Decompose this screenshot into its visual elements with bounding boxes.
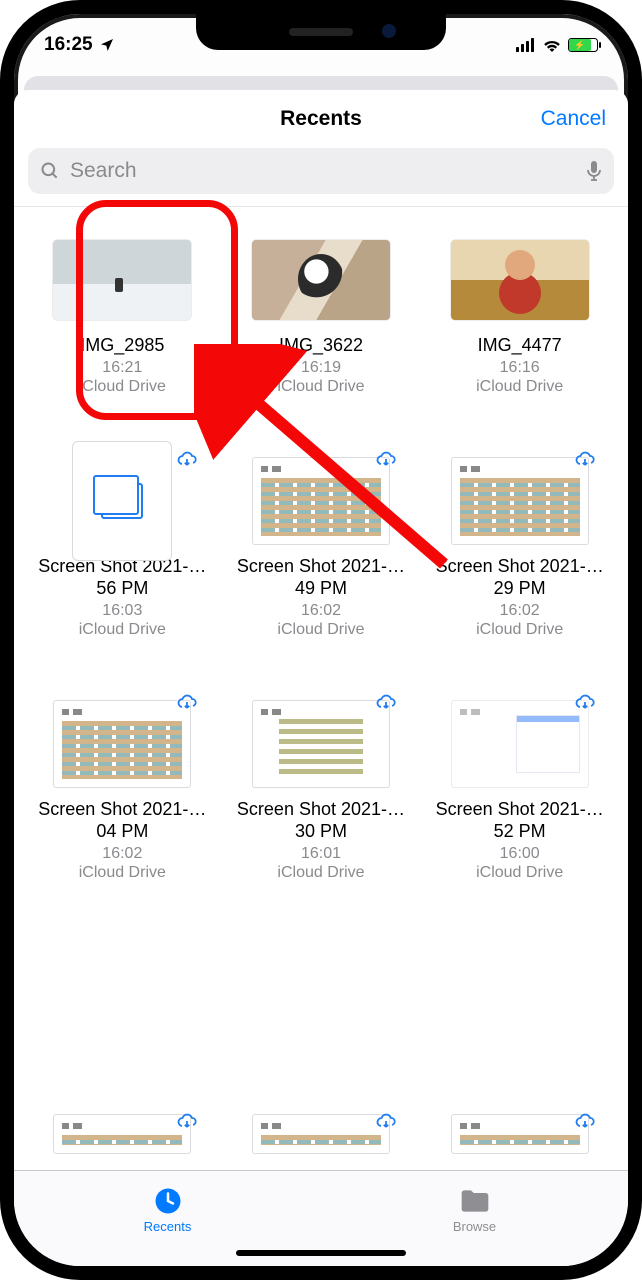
file-location: iCloud Drive <box>277 864 364 882</box>
file-item[interactable]: IMG_3622 16:19 iCloud Drive <box>227 231 416 396</box>
cloud-download-icon <box>175 1110 199 1134</box>
file-picker-sheet: Recents Cancel IMG_2985 16:21 iCloud Dri… <box>14 90 628 1266</box>
home-indicator[interactable] <box>236 1250 406 1256</box>
file-time: 16:02 <box>102 845 142 863</box>
file-time: 16:02 <box>500 602 540 620</box>
file-time: 16:21 <box>102 359 142 377</box>
file-thumbnail <box>451 457 589 545</box>
file-name: Screen Shot 2021-…04 PM <box>32 799 212 843</box>
wifi-icon <box>542 38 562 52</box>
phone-frame: 16:25 ⚡ Recents Cancel IMG_2985 1 <box>0 0 642 1280</box>
file-item[interactable]: IMG_2985 16:21 iCloud Drive <box>28 231 217 396</box>
file-grid-overflow <box>28 1114 614 1154</box>
file-item[interactable]: Screen Shot 2021-…30 PM 16:01 iCloud Dri… <box>227 695 416 882</box>
file-name: Screen Shot 2021-…52 PM <box>430 799 610 843</box>
file-grid[interactable]: IMG_2985 16:21 iCloud Drive IMG_3622 16:… <box>14 207 628 1170</box>
tab-label: Recents <box>144 1219 192 1234</box>
cloud-download-icon <box>374 691 398 715</box>
file-location: iCloud Drive <box>277 621 364 639</box>
file-location: iCloud Drive <box>79 378 166 396</box>
battery-icon: ⚡ <box>568 38 598 52</box>
file-location: iCloud Drive <box>79 621 166 639</box>
file-item[interactable]: Screen Shot 2021-…52 PM 16:00 iCloud Dri… <box>425 695 614 882</box>
tab-recents[interactable]: Recents <box>14 1171 321 1248</box>
location-icon <box>99 37 115 53</box>
file-name: Screen Shot 2021-…49 PM <box>231 556 411 600</box>
file-time: 16:16 <box>500 359 540 377</box>
tab-browse[interactable]: Browse <box>321 1171 628 1248</box>
file-thumbnail <box>451 240 589 320</box>
file-time: 16:02 <box>301 602 341 620</box>
file-item[interactable]: Screen Shot 2021-…29 PM 16:02 iCloud Dri… <box>425 452 614 639</box>
file-item[interactable]: Screen Shot 2021-…04 PM 16:02 iCloud Dri… <box>28 695 217 882</box>
file-name: IMG_4477 <box>478 335 562 357</box>
file-thumbnail <box>252 700 390 788</box>
file-item[interactable]: Screen Shot 2021-…49 PM 16:02 iCloud Dri… <box>227 452 416 639</box>
file-thumbnail <box>252 457 390 545</box>
cloud-download-icon <box>374 1110 398 1134</box>
search-icon <box>40 161 60 181</box>
status-time: 16:25 <box>44 34 93 56</box>
file-name: Screen Shot 2021-…29 PM <box>430 556 610 600</box>
cloud-download-icon <box>573 691 597 715</box>
file-thumbnail <box>252 1114 390 1154</box>
file-location: iCloud Drive <box>476 864 563 882</box>
device-notch <box>196 14 446 50</box>
file-thumbnail <box>53 1114 191 1154</box>
file-name: IMG_2985 <box>80 335 164 357</box>
file-time: 16:03 <box>102 602 142 620</box>
cloud-download-icon <box>175 448 199 472</box>
cloud-download-icon <box>374 448 398 472</box>
file-location: iCloud Drive <box>476 621 563 639</box>
search-field[interactable] <box>28 148 614 194</box>
file-location: iCloud Drive <box>277 378 364 396</box>
file-time: 16:00 <box>500 845 540 863</box>
cloud-download-icon <box>175 691 199 715</box>
search-input[interactable] <box>68 158 578 184</box>
cloud-download-icon <box>573 1110 597 1134</box>
tab-label: Browse <box>453 1219 496 1234</box>
dictation-icon[interactable] <box>586 160 602 182</box>
file-name: IMG_3622 <box>279 335 363 357</box>
clock-icon <box>153 1186 183 1216</box>
file-time: 16:19 <box>301 359 341 377</box>
file-time: 16:01 <box>301 845 341 863</box>
file-name: Screen Shot 2021-…30 PM <box>231 799 411 843</box>
file-thumbnail <box>451 700 589 788</box>
file-location: iCloud Drive <box>79 864 166 882</box>
cloud-download-icon <box>573 448 597 472</box>
nav-bar: Recents Cancel <box>14 90 628 148</box>
folder-icon <box>459 1186 491 1216</box>
cancel-button[interactable]: Cancel <box>541 107 606 131</box>
file-thumbnail <box>53 240 191 320</box>
file-location: iCloud Drive <box>476 378 563 396</box>
cellular-icon <box>516 38 536 52</box>
file-thumbnail <box>252 240 390 320</box>
page-title: Recents <box>280 107 362 131</box>
file-item[interactable]: IMG_4477 16:16 iCloud Drive <box>425 231 614 396</box>
file-thumbnail <box>53 700 191 788</box>
file-item[interactable]: Screen Shot 2021-…56 PM 16:03 iCloud Dri… <box>28 452 217 639</box>
file-name: Screen Shot 2021-…56 PM <box>32 556 212 600</box>
file-thumbnail <box>72 441 172 561</box>
file-thumbnail <box>451 1114 589 1154</box>
